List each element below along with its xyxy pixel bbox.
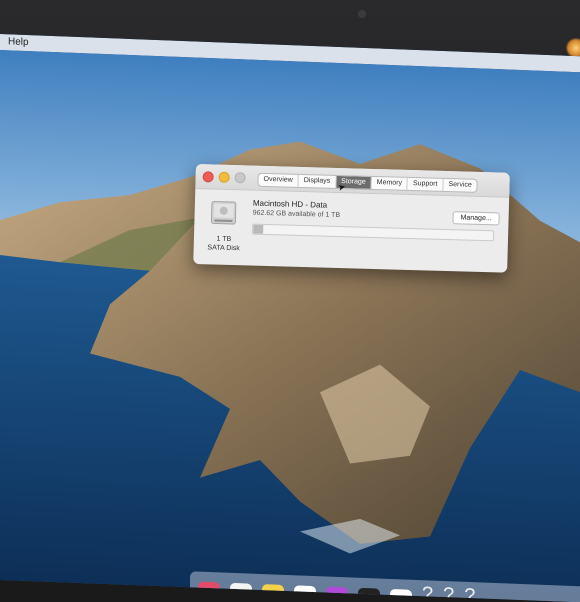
app-icon[interactable] <box>390 588 412 602</box>
minimize-button[interactable] <box>218 171 230 183</box>
app-icon[interactable] <box>326 586 348 602</box>
question-mark-icon[interactable]: ? <box>422 583 433 602</box>
screen: Help ? ? ? <box>0 34 580 602</box>
tab-service[interactable]: Service <box>443 179 477 192</box>
volume-availability: 962.62 GB available of 1 TB <box>252 209 341 220</box>
close-button[interactable] <box>202 171 214 183</box>
tab-support[interactable]: Support <box>407 177 444 191</box>
question-mark-icon[interactable]: ? <box>443 584 454 602</box>
disk-type: SATA Disk <box>207 244 240 253</box>
zoom-button <box>234 172 246 184</box>
tab-bar: Overview Displays Storage Memory Support… <box>257 172 479 193</box>
camera <box>358 10 366 18</box>
tab-overview[interactable]: Overview <box>258 173 299 187</box>
question-mark-icon[interactable]: ? <box>464 585 475 602</box>
about-this-mac-window: Overview Displays Storage Memory Support… <box>193 164 510 273</box>
mouse-cursor: ➤ <box>336 181 347 193</box>
app-icon[interactable] <box>230 582 252 602</box>
manage-button[interactable]: Manage... <box>452 211 500 226</box>
storage-pane: 1 TB SATA Disk Macintosh HD - Data 962.6… <box>193 189 509 273</box>
storage-usage-fill <box>253 224 263 234</box>
volume-name: Macintosh HD - Data <box>252 198 328 210</box>
app-icon[interactable] <box>358 587 380 602</box>
disk-capacity: 1 TB <box>216 235 232 244</box>
app-icon[interactable] <box>262 584 284 602</box>
hard-drive-icon <box>211 201 237 225</box>
app-icon[interactable] <box>294 585 316 602</box>
tab-memory[interactable]: Memory <box>371 176 409 190</box>
tab-displays[interactable]: Displays <box>298 174 337 188</box>
storage-usage-bar <box>252 223 495 242</box>
app-icon[interactable] <box>198 581 220 602</box>
menu-help[interactable]: Help <box>8 36 29 48</box>
desktop-wallpaper <box>0 50 580 602</box>
